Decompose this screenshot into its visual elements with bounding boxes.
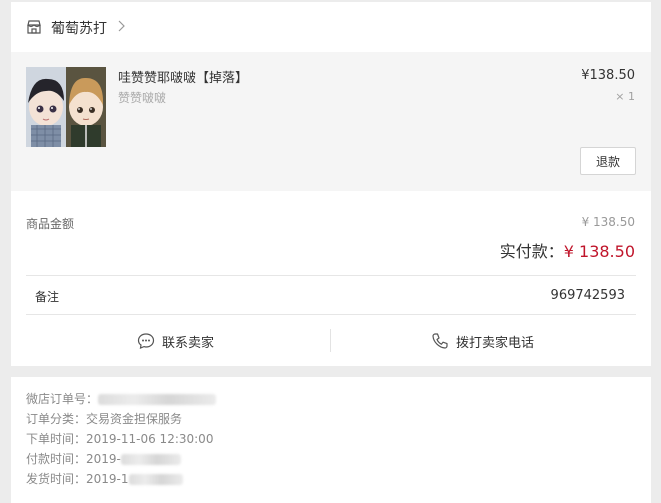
blurred-shipped-time [128, 474, 183, 485]
paid-amount: ¥ 138.50 [563, 242, 635, 261]
order-number-line: 微店订单号： [26, 390, 217, 407]
shop-header[interactable]: 葡萄苏打 [11, 2, 651, 52]
product-price: ¥138.50 [581, 68, 635, 83]
phone-icon [432, 333, 448, 349]
order-number-label: 微店订单号： [26, 392, 99, 406]
blurred-order-number [98, 394, 217, 405]
chat-bubble-icon [137, 333, 155, 349]
order-card: 葡萄苏打 哇赞赞耶啵啵【掉落】 赞赞啵啵 ¥138.50 × 1 退款 商品金额… [11, 2, 651, 366]
goods-amount-value: ¥ 138.50 [581, 215, 635, 229]
chevron-right-icon[interactable] [115, 20, 127, 32]
note-label: 备注 [35, 290, 60, 304]
divider [26, 314, 636, 315]
product-title[interactable]: 哇赞赞耶啵啵【掉落】 [118, 67, 248, 86]
goods-amount-label: 商品金额 [26, 217, 75, 231]
order-created-line: 下单时间：2019-11-06 12:30:00 [26, 432, 214, 446]
refund-button[interactable]: 退款 [580, 147, 636, 175]
paid-label: 实付款： [499, 242, 564, 261]
shop-name[interactable]: 葡萄苏打 [51, 18, 107, 38]
store-icon [27, 20, 41, 34]
product-quantity: × 1 [615, 90, 635, 103]
divider [26, 275, 636, 276]
contact-seller-label[interactable]: 联系卖家 [162, 332, 214, 351]
blurred-paid-time [120, 454, 181, 465]
product-thumbnail[interactable] [26, 67, 106, 147]
paid-time-text: 付款时间：2019- [26, 452, 121, 466]
note-value: 969742593 [550, 288, 625, 303]
action-divider [330, 329, 331, 352]
call-seller-button[interactable]: 拨打卖家电话 [431, 328, 534, 354]
product-variant: 赞赞啵啵 [118, 91, 167, 105]
contact-seller-button[interactable]: 联系卖家 [137, 328, 214, 354]
order-shipped-line: 发货时间：2019-1 [26, 470, 183, 487]
shipped-time-text: 发货时间：2019-1 [26, 472, 129, 486]
paid-amount-row: 实付款：¥ 138.50 [500, 238, 635, 262]
order-category-line: 订单分类：交易资金担保服务 [26, 412, 183, 426]
call-seller-label[interactable]: 拨打卖家电话 [456, 332, 534, 351]
order-paid-line: 付款时间：2019- [26, 450, 181, 467]
order-info-card: 微店订单号： 订单分类：交易资金担保服务 下单时间：2019-11-06 12:… [11, 377, 651, 503]
product-item[interactable]: 哇赞赞耶啵啵【掉落】 赞赞啵啵 ¥138.50 × 1 退款 [11, 52, 651, 191]
